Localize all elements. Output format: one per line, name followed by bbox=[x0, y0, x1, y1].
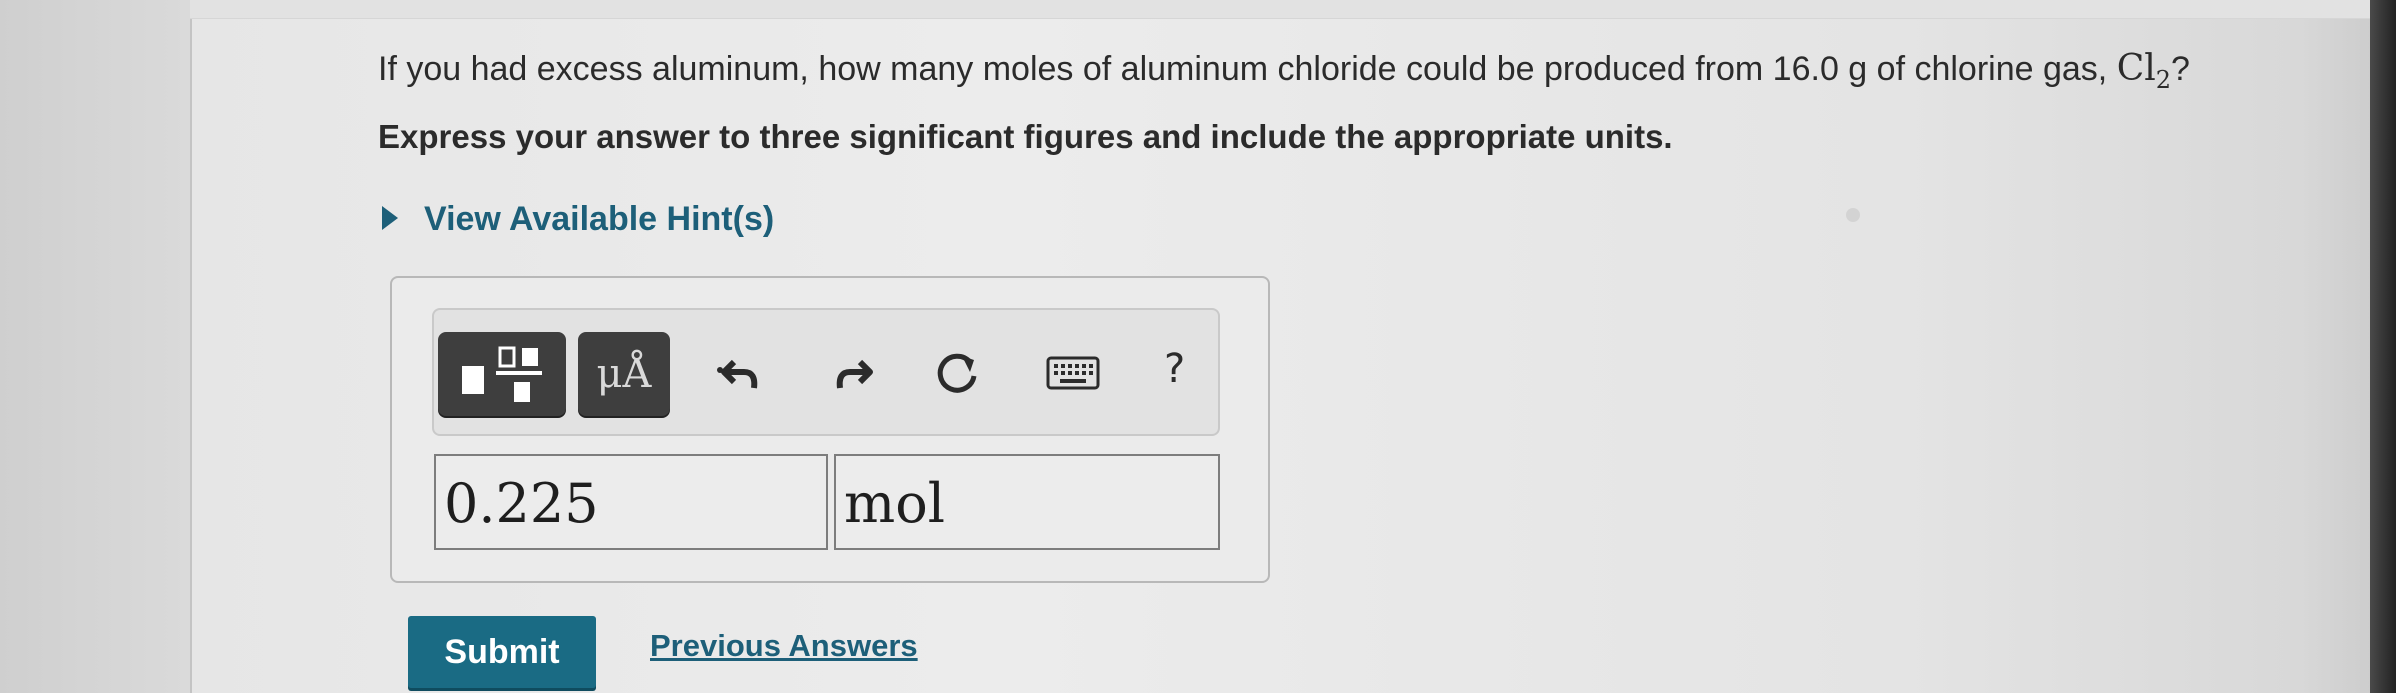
templates-button[interactable] bbox=[438, 332, 566, 416]
left-sidebar-strip bbox=[0, 0, 192, 693]
question-text: If you had excess aluminum, how many mol… bbox=[378, 48, 2190, 94]
hints-label: View Available Hint(s) bbox=[424, 200, 775, 238]
view-hints-link[interactable]: View Available Hint(s) bbox=[382, 200, 774, 239]
reset-icon[interactable] bbox=[932, 348, 982, 398]
top-strip bbox=[190, 0, 2370, 19]
answer-panel: μÅ ? 0.225 mol bbox=[390, 276, 1270, 583]
chemical-formula: Cl2 bbox=[2116, 48, 2172, 95]
expand-triangle-icon bbox=[382, 206, 398, 231]
undo-icon[interactable] bbox=[716, 348, 766, 398]
help-icon[interactable]: ? bbox=[1164, 346, 1185, 392]
screen-edge bbox=[2370, 0, 2396, 693]
question-mark: ? bbox=[2171, 50, 2190, 88]
screen-smudge bbox=[1846, 208, 1860, 222]
question-body: If you had excess aluminum, how many mol… bbox=[378, 50, 2117, 88]
previous-answers-link[interactable]: Previous Answers bbox=[650, 628, 918, 664]
math-toolbar: μÅ ? bbox=[432, 308, 1220, 436]
units-button[interactable]: μÅ bbox=[578, 332, 670, 416]
answer-instruction: Express your answer to three significant… bbox=[378, 118, 1673, 155]
keyboard-icon[interactable] bbox=[1046, 354, 1100, 392]
redo-icon[interactable] bbox=[830, 348, 880, 398]
templates-icon bbox=[462, 346, 542, 402]
answer-value-field[interactable]: 0.225 bbox=[434, 454, 828, 550]
submit-button[interactable]: Submit bbox=[408, 616, 596, 688]
answer-units-field[interactable]: mol bbox=[834, 454, 1220, 550]
